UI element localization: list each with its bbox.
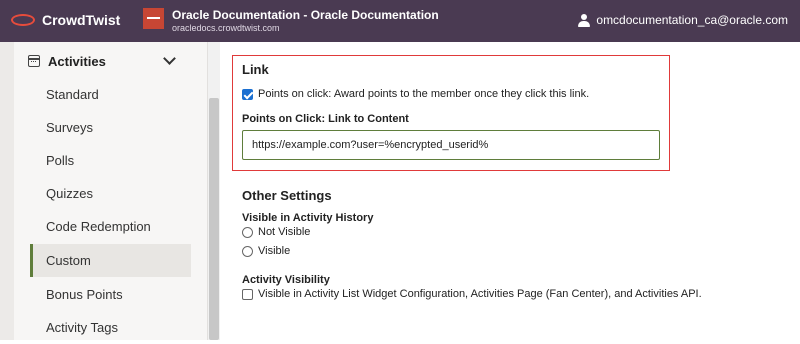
- oracle-logo-icon: [143, 8, 164, 29]
- chevron-down-icon[interactable]: [163, 52, 176, 65]
- sidebar-item-custom[interactable]: Custom: [30, 244, 191, 277]
- link-url-label: Points on Click: Link to Content: [242, 113, 409, 125]
- link-section-title: Link: [242, 62, 269, 77]
- visibility-option-label: Visible in Activity List Widget Configur…: [258, 288, 702, 300]
- other-settings-title: Other Settings: [242, 188, 332, 203]
- sidebar-item-activity-tags[interactable]: Activity Tags: [30, 311, 191, 344]
- history-option-visible: Visible: [258, 245, 291, 257]
- points-on-click-checkbox[interactable]: [242, 89, 253, 100]
- points-on-click-label: Points on click: Award points to the mem…: [258, 88, 590, 100]
- sidebar-item-standard[interactable]: Standard: [30, 78, 191, 111]
- visibility-label: Activity Visibility: [242, 274, 330, 286]
- sidebar-section-activities[interactable]: Activities: [27, 50, 188, 72]
- sidebar-item-surveys[interactable]: Surveys: [30, 111, 191, 144]
- sidebar-item-quizzes[interactable]: Quizzes: [30, 177, 191, 210]
- user-icon: [578, 13, 591, 27]
- link-url-input[interactable]: [242, 130, 660, 160]
- history-option-not-visible: Not Visible: [258, 226, 311, 238]
- brand[interactable]: CrowdTwist: [10, 11, 120, 29]
- crowdtwist-logo-icon: [10, 11, 36, 29]
- user-menu[interactable]: omcdocumentation_ca@oracle.com: [578, 13, 788, 27]
- sidebar-edge: [0, 42, 14, 340]
- top-bar: CrowdTwist Oracle Documentation - Oracle…: [0, 0, 800, 42]
- sidebar-item-bonus-points[interactable]: Bonus Points: [30, 278, 191, 311]
- sidebar-section-label: Activities: [48, 53, 106, 69]
- calendar-icon: [27, 55, 40, 67]
- sidebar-scrollbar-thumb[interactable]: [209, 98, 219, 340]
- history-visible-radio[interactable]: [242, 246, 253, 257]
- brand-name: CrowdTwist: [42, 12, 121, 28]
- org-subtitle: oracledocs.crowdtwist.com: [172, 23, 280, 33]
- history-not-visible-radio[interactable]: [242, 227, 253, 238]
- sidebar-item-code-redemption[interactable]: Code Redemption: [30, 210, 191, 243]
- visibility-checkbox[interactable]: [242, 289, 253, 300]
- org-title[interactable]: Oracle Documentation - Oracle Documentat…: [172, 8, 439, 22]
- sidebar-item-polls[interactable]: Polls: [30, 144, 191, 177]
- history-label: Visible in Activity History: [242, 212, 374, 224]
- user-email: omcdocumentation_ca@oracle.com: [596, 13, 788, 27]
